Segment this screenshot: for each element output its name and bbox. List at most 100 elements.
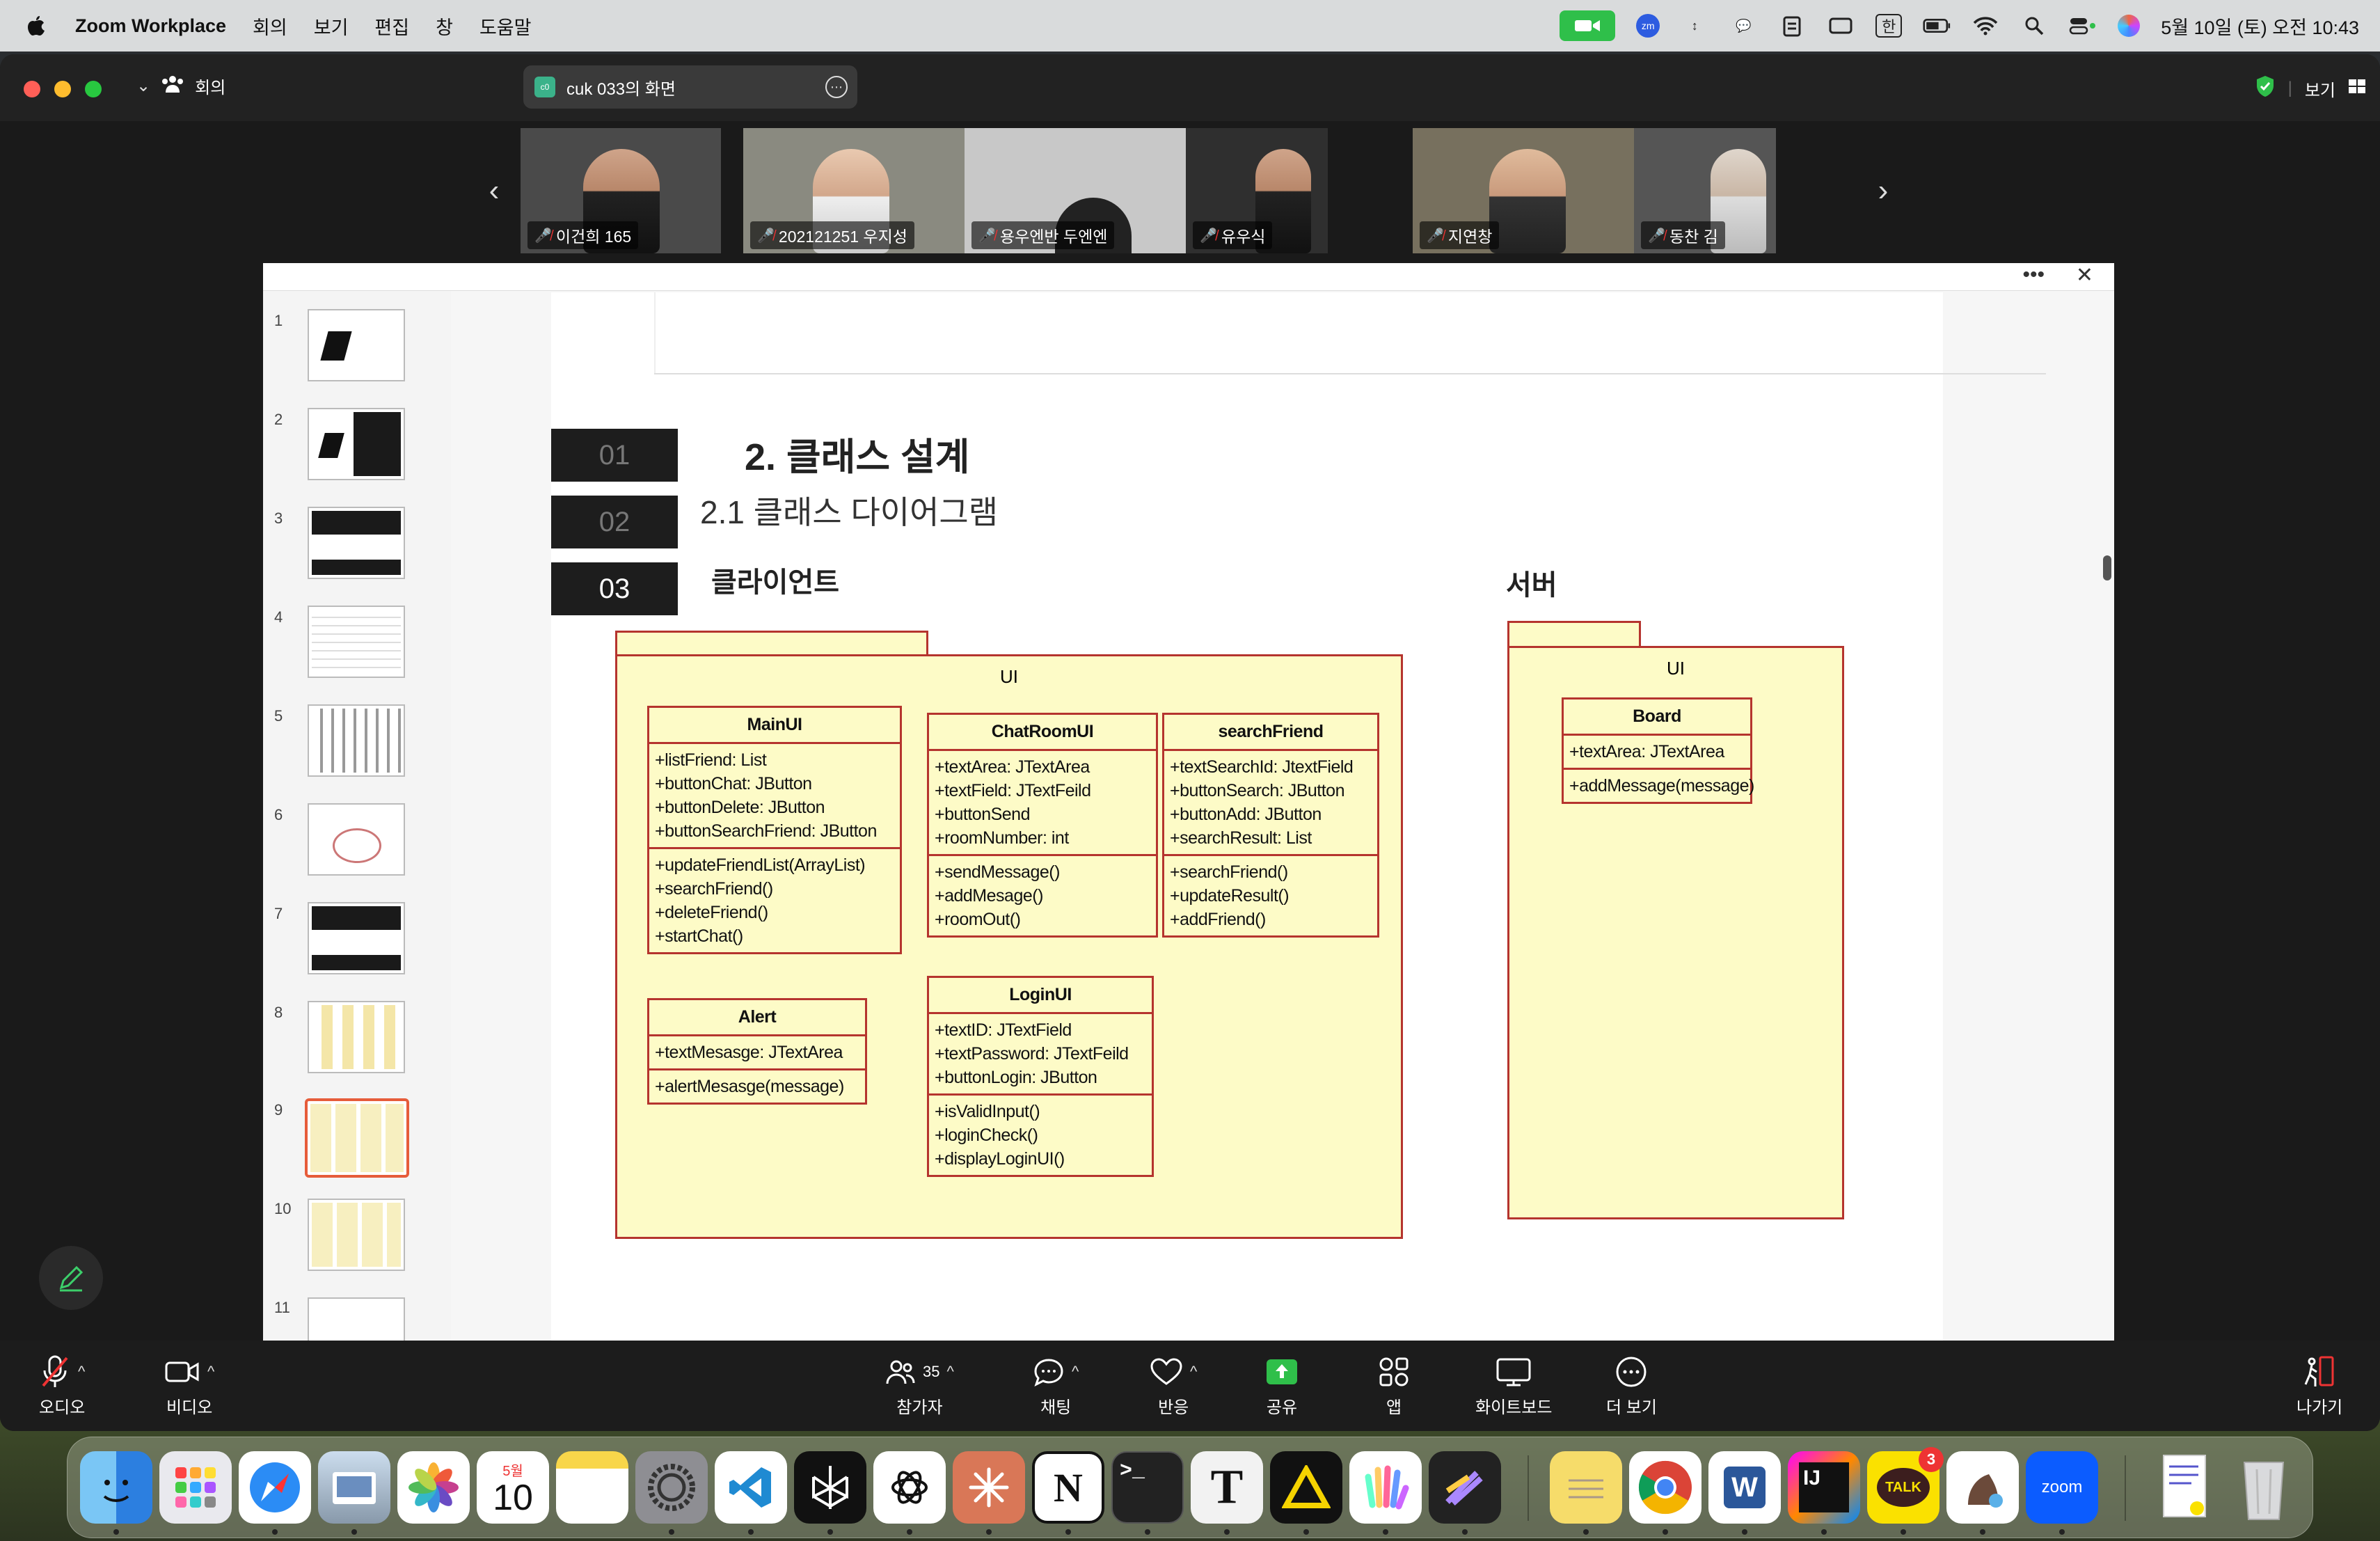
slide-thumbnail[interactable] [308,507,405,579]
menu-edit[interactable]: 편집 [374,13,409,40]
maximize-window-button[interactable] [85,81,102,97]
view-divider: | [2287,79,2292,97]
participant-tile[interactable]: 🎤̸ 유우식 [1186,128,1328,253]
close-icon[interactable]: ✕ [2076,263,2093,287]
intellij-icon[interactable]: IJ [1788,1451,1860,1524]
trash-icon[interactable] [2228,1451,2300,1524]
participant-tile[interactable]: 🎤̸ 이건희 165 [521,128,721,253]
battery-icon[interactable] [1923,15,1951,36]
menu-meeting[interactable]: 회의 [253,13,287,40]
slide-thumbnail[interactable] [308,704,405,777]
launchpad-icon[interactable] [159,1451,232,1524]
slide-thumbnail-selected[interactable] [305,1098,409,1178]
slide-scrollbar[interactable] [2100,291,2114,1341]
share-screen-button[interactable]: 공유 [1265,1350,1299,1418]
chrome-icon[interactable] [1629,1451,1701,1524]
keyboard-icon[interactable] [1827,15,1855,36]
vscode-icon[interactable] [715,1451,787,1524]
apps-button[interactable]: 앱 [1378,1350,1410,1418]
preview-icon[interactable] [318,1451,390,1524]
reactions-button[interactable]: ^ 반응 [1150,1350,1197,1418]
slide-thumbnail[interactable] [308,803,405,876]
chatgpt-icon[interactable] [873,1451,946,1524]
handmirror-icon[interactable] [1349,1451,1422,1524]
screen-share-indicator[interactable]: c0 cuk 033의 화면 ⋯ [523,65,857,109]
claude-icon[interactable] [953,1451,1025,1524]
minimize-window-button[interactable] [54,81,71,97]
input-source[interactable]: 한 [1875,14,1903,38]
clipboard-icon[interactable] [1778,15,1806,37]
zoom-status-icon[interactable]: zm [1636,14,1660,38]
participant-tile[interactable]: 🎤̸ 동찬 김 [1634,128,1776,253]
scrollbar-thumb[interactable] [2103,555,2111,580]
aranet-icon[interactable] [1270,1451,1342,1524]
participants-button[interactable]: 35 ^ 참가자 [885,1350,954,1418]
calendar-icon[interactable]: 5월 10 [477,1451,549,1524]
word-icon[interactable]: W [1708,1451,1781,1524]
audio-options-caret-icon[interactable]: ^ [78,1363,85,1381]
chat-caret-icon[interactable]: ^ [1072,1363,1079,1381]
participant-tile[interactable]: 🎤̸ 용우엔반 두엔엔 [965,128,1186,253]
kakaotalk-icon[interactable]: TALK 3 [1867,1447,1944,1524]
thumbnail-number: 10 [274,1200,292,1217]
participant-tile[interactable]: 🎤̸ 202121251 우지성 [743,128,965,253]
siri-icon[interactable] [2118,15,2141,37]
more-options-icon[interactable]: ••• [2022,263,2045,287]
whiteboard-button[interactable]: 화이트보드 [1475,1350,1552,1418]
zoom-icon[interactable]: zoom [2026,1451,2098,1524]
updown-arrow-icon[interactable]: ↕ [1681,15,1708,36]
video-button[interactable]: ^ 비디오 [164,1350,214,1418]
slide-thumbnail[interactable] [308,1199,405,1271]
stickies-icon[interactable] [1550,1451,1622,1524]
slide-thumbnail[interactable] [308,1001,405,1073]
system-settings-icon[interactable] [635,1451,708,1524]
slide-thumbnail[interactable] [308,606,405,678]
close-window-button[interactable] [24,81,40,97]
class-operations: +alertMesasge(message) [655,1077,844,1096]
perplexity-icon[interactable] [794,1451,866,1524]
meeting-menu[interactable]: ⌄ 회의 [136,74,225,98]
slide-thumbnail[interactable] [308,309,405,381]
slide-thumbnail[interactable] [308,1297,405,1341]
audio-button[interactable]: ^ 오디오 [39,1350,85,1418]
apple-menu-icon[interactable] [24,14,47,38]
menu-view[interactable]: 보기 [314,13,349,40]
typora-icon[interactable]: T [1191,1451,1263,1524]
slide-title: 2. 클래스 설계 [745,436,970,478]
safari-icon[interactable] [239,1451,311,1524]
participants-caret-icon[interactable]: ^ [946,1363,953,1381]
leave-meeting-button[interactable]: 나가기 [2296,1350,2342,1418]
menubar-clock[interactable]: 5월 10일 (토) 오전 10:43 [2161,13,2359,40]
security-shield-icon[interactable] [2255,74,2276,103]
control-center-icon[interactable] [2069,15,2097,36]
video-options-caret-icon[interactable]: ^ [207,1363,214,1381]
spotlight-search-icon[interactable] [2020,15,2048,36]
finder-icon[interactable] [80,1451,152,1524]
menu-help[interactable]: 도움말 [479,13,532,40]
wifi-icon[interactable] [1972,15,1999,36]
share-options-icon[interactable]: ⋯ [825,76,848,98]
notion-icon[interactable]: N [1032,1451,1104,1524]
prev-participants-icon[interactable]: ‹ [473,128,515,253]
photos-icon[interactable] [397,1451,470,1524]
view-button[interactable]: | 보기 [2255,70,2366,107]
reactions-caret-icon[interactable]: ^ [1190,1363,1197,1381]
app-name-menu[interactable]: Zoom Workplace [75,15,226,37]
menu-window[interactable]: 창 [436,13,453,40]
annotate-pencil-icon[interactable] [39,1246,103,1310]
chat-bubble-icon[interactable]: 💬 [1729,15,1757,36]
slide-thumbnail[interactable] [308,902,405,974]
participant-tile[interactable]: 🎤̸ 지연창 [1413,128,1634,253]
zoom-video-status-icon[interactable] [1560,10,1616,41]
class-chatroomui: ChatRoomUI +textArea: JTextArea +textFiel… [927,713,1158,938]
slide-thumbnail[interactable] [308,408,405,480]
next-participants-icon[interactable]: › [1862,128,1904,253]
bear-app-icon[interactable] [1946,1451,2019,1524]
more-button[interactable]: 더 보기 [1606,1350,1657,1418]
notes-icon[interactable] [556,1451,628,1524]
downloads-stack-icon[interactable] [2148,1451,2221,1524]
terminal-icon[interactable]: >_ [1111,1451,1184,1524]
class-name: LoginUI [929,978,1152,1014]
keynote-alt-icon[interactable] [1429,1451,1501,1524]
chat-button[interactable]: ^ 채팅 [1033,1350,1079,1418]
